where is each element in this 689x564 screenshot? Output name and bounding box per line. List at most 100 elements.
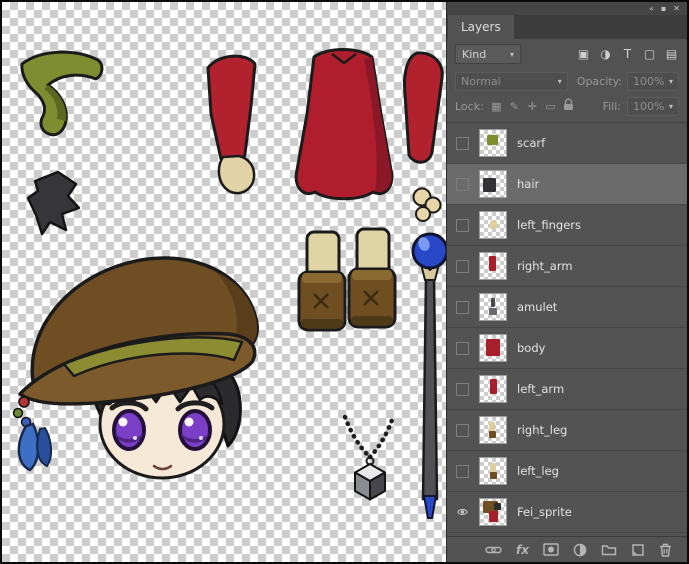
new-layer-icon[interactable] [631,543,645,557]
layer-name: left_fingers [517,218,581,232]
layer-row-body[interactable]: body [447,328,687,369]
sprite-amulet [345,417,392,500]
sprite-hair-tuft [28,172,79,234]
right-eye [180,411,210,449]
layer-thumbnail[interactable] [479,457,507,485]
chevron-down-icon: ▾ [669,77,673,86]
delete-layer-icon[interactable] [659,543,672,557]
hat-beads [14,397,31,427]
layer-name: left_arm [517,382,564,396]
layer-thumbnail[interactable] [479,416,507,444]
layer-row-left_fingers[interactable]: left_fingers [447,205,687,246]
sprite-left-arm [208,56,255,193]
visibility-toggle[interactable] [456,137,469,150]
layer-thumbnail[interactable] [479,170,507,198]
blend-mode-row: Normal ▾ Opacity: 100% ▾ [447,69,687,94]
close-panel-icon[interactable]: ✕ [673,5,680,13]
visibility-eye-icon[interactable] [456,506,469,519]
sprite-staff [413,234,446,518]
layer-row-scarf[interactable]: scarf [447,123,687,164]
new-group-icon[interactable] [601,543,617,556]
fill-value: 100% [633,100,664,113]
layer-thumbnail[interactable] [479,375,507,403]
sprite-head [14,258,258,478]
photoshop-window: « ▪ ✕ Layers Kind ▾ ▣ ◑ T ▢ ▤ Normal ▾ [0,0,689,564]
lock-row: Lock: ▦ ✎ ✛ ▭ Fill: 100% ▾ [447,94,687,119]
sprite-right-leg [299,232,345,330]
sprite-body [296,50,392,199]
filter-type-icon[interactable]: T [620,46,635,62]
opacity-label: Opacity: [577,75,622,88]
kind-label: Kind [462,48,486,61]
filter-smart-object-icon[interactable]: ▤ [664,46,679,62]
visibility-toggle[interactable] [456,178,469,191]
layer-name: scarf [517,136,545,150]
layer-name: amulet [517,300,557,314]
filter-adjustment-icon[interactable]: ◑ [598,46,613,62]
layer-row-Fei_sprite[interactable]: Fei_sprite [447,492,687,533]
visibility-toggle[interactable] [456,424,469,437]
layer-name: body [517,341,545,355]
left-eye [114,411,144,449]
layer-thumbnail[interactable] [479,334,507,362]
lock-image-pixels-icon[interactable]: ✎ [508,99,521,115]
layer-style-icon[interactable]: fx [516,543,529,557]
chevron-down-icon: ▾ [669,102,673,111]
add-layer-mask-icon[interactable] [543,543,559,556]
visibility-toggle[interactable] [456,342,469,355]
visibility-toggle[interactable] [456,465,469,478]
panel-tab-bar: Layers [447,15,687,39]
blend-mode-dropdown[interactable]: Normal ▾ [455,72,568,91]
lock-transparent-pixels-icon[interactable]: ▦ [490,99,503,115]
opacity-value: 100% [633,75,664,88]
sprite-left-fingers [414,189,441,222]
visibility-toggle[interactable] [456,219,469,232]
collapse-panels-icon[interactable]: « [649,5,654,13]
layer-thumbnail[interactable] [479,211,507,239]
lock-artboard-icon[interactable]: ▭ [544,99,557,115]
lock-all-icon[interactable] [562,98,575,116]
sprite-scarf [22,52,102,135]
layer-name: left_leg [517,464,559,478]
layer-row-hair[interactable]: hair [447,164,687,205]
layer-name: Fei_sprite [517,505,572,519]
fill-label: Fill: [603,100,621,113]
canvas-area[interactable] [2,2,446,562]
visibility-toggle[interactable] [456,260,469,273]
chevron-down-icon: ▾ [558,77,562,86]
filter-pixel-icon[interactable]: ▣ [576,46,591,62]
panel-detach-icon[interactable]: ▪ [661,5,666,13]
visibility-toggle[interactable] [456,383,469,396]
layer-row-amulet[interactable]: amulet [447,287,687,328]
layer-row-right_arm[interactable]: right_arm [447,246,687,287]
layer-name: hair [517,177,539,191]
layer-thumbnail[interactable] [479,293,507,321]
lock-label: Lock: [455,100,484,113]
chevron-down-icon: ▾ [510,50,514,59]
layer-name: right_leg [517,423,567,437]
panel-titlebar: « ▪ ✕ [447,2,687,15]
layer-row-left_leg[interactable]: left_leg [447,451,687,492]
layer-row-left_arm[interactable]: left_arm [447,369,687,410]
layer-list: scarf hair left_fingers right_arm amulet… [447,122,687,536]
lock-position-icon[interactable]: ✛ [526,99,539,115]
sprite-right-arm [405,53,443,162]
layer-thumbnail[interactable] [479,498,507,526]
tab-layers[interactable]: Layers [448,15,514,39]
layer-thumbnail[interactable] [479,129,507,157]
layers-bottom-toolbar: fx [447,536,687,562]
opacity-input[interactable]: 100% ▾ [627,72,679,91]
sprite-artwork [2,2,446,562]
hat-feathers [19,424,51,470]
filter-shape-icon[interactable]: ▢ [642,46,657,62]
visibility-toggle[interactable] [456,301,469,314]
layer-thumbnail[interactable] [479,252,507,280]
blend-mode-value: Normal [461,75,501,88]
kind-filter-dropdown[interactable]: Kind ▾ [455,44,521,64]
layer-name: right_arm [517,259,573,273]
layer-filter-row: Kind ▾ ▣ ◑ T ▢ ▤ [447,39,687,69]
link-layers-icon[interactable] [485,544,502,556]
layer-row-right_leg[interactable]: right_leg [447,410,687,451]
adjustment-layer-icon[interactable] [573,543,587,557]
fill-input[interactable]: 100% ▾ [627,97,679,116]
